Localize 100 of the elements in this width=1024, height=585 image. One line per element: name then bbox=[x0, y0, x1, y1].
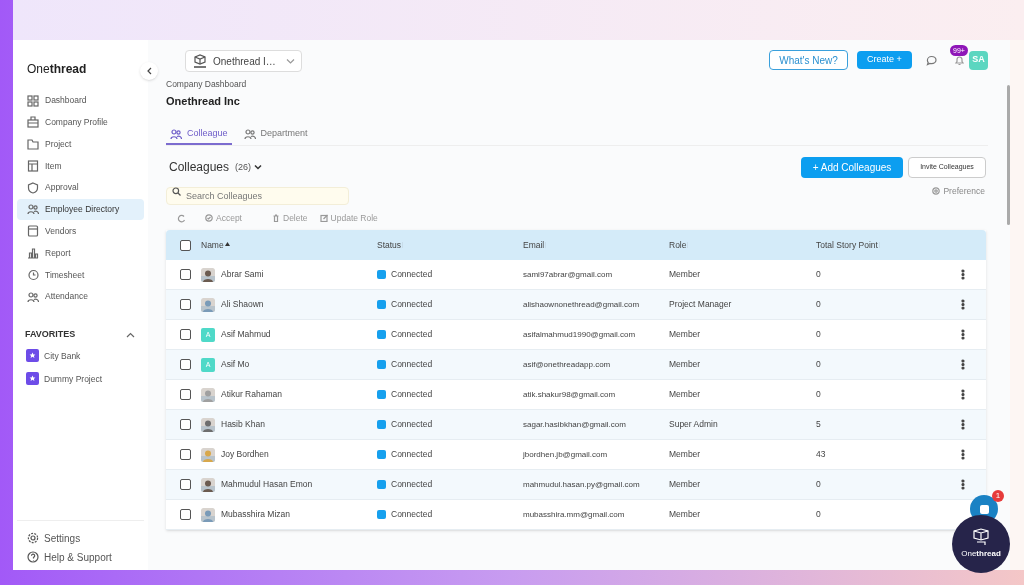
checkbox[interactable] bbox=[180, 389, 191, 401]
sidebar-item[interactable]: Dashboard bbox=[17, 90, 144, 111]
sidebar-item[interactable]: Employee Directory bbox=[17, 199, 144, 220]
checkbox[interactable] bbox=[180, 329, 191, 341]
table-cell: Connected bbox=[391, 448, 433, 462]
checkbox[interactable] bbox=[180, 269, 191, 281]
refresh-icon bbox=[177, 213, 186, 223]
sidebar-item[interactable]: Timesheet bbox=[17, 264, 144, 286]
checkbox[interactable] bbox=[180, 479, 191, 491]
table-cell: Connected bbox=[391, 358, 433, 372]
table-cell-text: Super Admin bbox=[669, 418, 719, 432]
status-indicator bbox=[377, 360, 386, 370]
dropdown-button[interactable] bbox=[254, 162, 264, 172]
sidebar-item[interactable]: Company Profile bbox=[17, 111, 144, 133]
grid-icon bbox=[27, 94, 39, 107]
preference-button[interactable]: Preference bbox=[932, 184, 985, 198]
more-options-button[interactable] bbox=[960, 328, 966, 341]
table-cell: Hasib Khan bbox=[221, 418, 265, 432]
chevron-left-icon bbox=[145, 67, 153, 75]
checkbox[interactable] bbox=[180, 239, 191, 251]
table-cell: Joy Bordhen bbox=[221, 448, 269, 462]
notifications-button[interactable] bbox=[952, 53, 966, 67]
search-field[interactable]: Search Colleagues bbox=[166, 187, 349, 206]
table-cell: Connected bbox=[391, 298, 433, 312]
table-cell-text: sagar.hasibkhan@gmail.com bbox=[523, 418, 627, 431]
sidebar-item[interactable]: Item bbox=[17, 155, 144, 177]
app-logo: Onethread bbox=[26, 61, 88, 78]
table-cell: Connected bbox=[391, 418, 433, 432]
trash-icon bbox=[272, 214, 280, 223]
table-cell-text: 5 bbox=[816, 418, 822, 432]
checkbox[interactable] bbox=[180, 419, 191, 431]
sidebar-item[interactable]: Project bbox=[17, 133, 144, 155]
table-cell-text: asif@onethreadapp.com bbox=[523, 358, 612, 371]
more-options-button[interactable] bbox=[960, 388, 966, 401]
sidebar-item[interactable]: Approval bbox=[17, 177, 144, 199]
bell-icon bbox=[953, 54, 965, 66]
more-options-button[interactable] bbox=[960, 358, 966, 371]
column-header[interactable]: Role bbox=[669, 238, 687, 252]
more-options-button[interactable] bbox=[960, 448, 966, 461]
column-header[interactable]: Status bbox=[377, 238, 402, 252]
people-icon bbox=[27, 290, 39, 303]
table-cell-text: Member bbox=[669, 268, 702, 282]
more-options-button[interactable] bbox=[960, 268, 966, 281]
search-icon bbox=[172, 187, 181, 197]
sidebar-item[interactable]: Attendance bbox=[17, 286, 144, 308]
refresh-button[interactable] bbox=[177, 213, 187, 224]
whats-new-button[interactable]: What's New? bbox=[769, 50, 848, 70]
brand-logo: Onethread bbox=[961, 548, 1001, 560]
scrollbar[interactable] bbox=[1007, 85, 1010, 225]
chevron-down-icon bbox=[286, 58, 295, 64]
table-cell-text: mubasshira.mm@gmail.com bbox=[523, 508, 626, 521]
status-indicator bbox=[377, 270, 386, 280]
company-dropdown[interactable]: Onethread I… bbox=[185, 50, 302, 72]
tab[interactable]: Department bbox=[239, 124, 312, 146]
table-cell-text: 0 bbox=[816, 328, 822, 342]
sidebar-link[interactable]: Help & Support bbox=[27, 550, 134, 564]
sidebar-item[interactable]: Report bbox=[17, 242, 144, 264]
kebab-icon bbox=[961, 269, 965, 281]
column-header[interactable]: Email bbox=[523, 238, 545, 252]
status-indicator bbox=[377, 300, 386, 310]
sidebar-link[interactable]: Settings bbox=[27, 531, 134, 545]
chat-bubble-icon bbox=[925, 54, 937, 66]
checkbox[interactable] bbox=[180, 509, 191, 521]
table-cell: Abrar Sami bbox=[221, 268, 264, 282]
favorite-item[interactable]: City Bank bbox=[26, 349, 135, 363]
table-cell-text: 0 bbox=[816, 388, 822, 402]
table-cell-text: Member bbox=[669, 328, 702, 342]
kebab-icon bbox=[961, 389, 965, 401]
settings-icon bbox=[932, 187, 941, 196]
table-cell-text: 0 bbox=[816, 358, 822, 372]
section-title: FAVORITES bbox=[25, 327, 76, 341]
kebab-icon bbox=[961, 479, 965, 491]
status-indicator bbox=[377, 480, 386, 490]
page-title: Onethread Inc bbox=[166, 93, 241, 109]
status-indicator bbox=[377, 510, 386, 520]
table-cell: Connected bbox=[391, 508, 433, 522]
help-icon bbox=[27, 551, 39, 563]
column-header[interactable]: Total Story Point bbox=[816, 238, 878, 252]
chevron-up-icon bbox=[125, 331, 135, 338]
kebab-icon bbox=[961, 359, 965, 371]
sidebar-item[interactable]: Vendors bbox=[17, 220, 144, 242]
more-options-button[interactable] bbox=[960, 418, 966, 431]
table-cell-text: atik.shakur98@gmail.com bbox=[523, 388, 617, 401]
checkbox[interactable] bbox=[180, 359, 191, 371]
list-title: Colleagues bbox=[169, 159, 230, 177]
checkbox[interactable] bbox=[180, 299, 191, 311]
more-options-button[interactable] bbox=[960, 298, 966, 311]
tab[interactable]: Colleague bbox=[166, 124, 232, 146]
more-options-button[interactable] bbox=[960, 478, 966, 491]
column-header[interactable]: Name bbox=[201, 238, 224, 252]
favorite-item[interactable]: Dummy Project bbox=[26, 372, 135, 386]
status-indicator bbox=[377, 420, 386, 430]
chat-button[interactable] bbox=[924, 53, 938, 67]
table-cell: Mubasshira Mizan bbox=[221, 508, 290, 522]
clock-icon bbox=[27, 268, 39, 281]
kebab-icon bbox=[961, 299, 965, 311]
chart-icon bbox=[27, 247, 39, 260]
table-cell-text: Member bbox=[669, 448, 702, 462]
breadcrumb[interactable]: Company Dashboard bbox=[166, 78, 988, 91]
checkbox[interactable] bbox=[180, 449, 191, 461]
